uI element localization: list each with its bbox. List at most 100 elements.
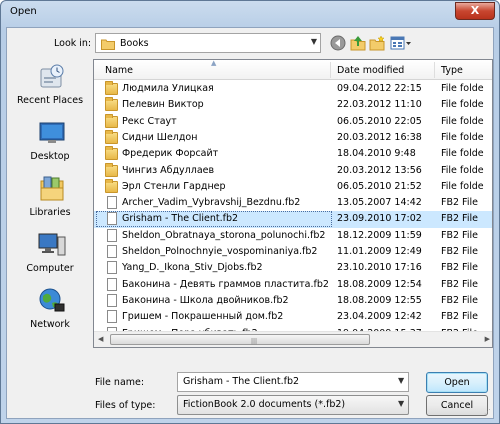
column-separator[interactable] <box>330 62 331 78</box>
libraries-icon <box>40 176 64 201</box>
column-header-date[interactable]: Date modified <box>337 65 404 76</box>
cell-name: Сидни Шелдон <box>122 131 198 143</box>
file-row[interactable]: Баконина - Девять граммов пластита.fb2 18… <box>94 277 492 293</box>
open-button[interactable]: Open <box>426 372 488 393</box>
close-button[interactable]: X <box>455 2 495 20</box>
cell-name: Баконина - Девять граммов пластита.fb2 <box>122 278 329 290</box>
cell-type: FB2 File <box>441 213 478 225</box>
cell-name: Пелевин Виктор <box>122 99 204 111</box>
folder-row[interactable]: Фредерик Форсайт 18.04.2010 9:48 File fold… <box>94 146 492 162</box>
cell-date: 18.04.2010 9:48 <box>337 148 416 160</box>
scrollbar-thumb[interactable]: ||| <box>110 334 370 345</box>
column-header-name[interactable]: Name <box>105 65 133 76</box>
new-folder-icon[interactable] <box>369 35 385 51</box>
dialog-client-area: Look in: Books ▼ Recent Places Desktop L… <box>6 27 494 419</box>
folder-row[interactable]: Людмила Улицкая 09.04.2012 22:15 File fold… <box>94 81 492 97</box>
file-row[interactable]: Sheldon_Obratnaya_storona_polunochi.fb2 1… <box>94 228 492 244</box>
look-in-value: Books <box>120 38 149 49</box>
recent-places-icon <box>40 64 64 88</box>
view-menu-icon[interactable] <box>390 35 412 51</box>
cell-type: File folde <box>441 83 484 94</box>
cell-date: 23.09.2010 17:02 <box>337 213 422 225</box>
window-title: Open <box>10 6 37 17</box>
chevron-down-icon[interactable]: ▼ <box>398 376 404 385</box>
desktop-icon <box>39 122 65 143</box>
cell-type: FB2 File <box>441 197 478 209</box>
chevron-down-icon[interactable]: ▼ <box>398 399 404 408</box>
place-label: Desktop <box>30 151 70 162</box>
places-bar: Recent Places Desktop Libraries Computer… <box>11 61 89 351</box>
document-icon <box>107 228 117 242</box>
file-list[interactable]: ▲ Name Date modified Type Людмила Улицка… <box>93 59 493 348</box>
up-folder-icon[interactable] <box>350 35 366 51</box>
folder-row[interactable]: Пелевин Виктор 22.03.2012 11:10 File folde <box>94 97 492 113</box>
column-separator[interactable] <box>434 62 435 78</box>
place-computer[interactable]: Computer <box>11 229 89 281</box>
cell-name: Archer_Vadim_Vybravshij_Bezdnu.fb2 <box>122 197 301 209</box>
file-row[interactable]: Grisham - The Client.fb2 23.09.2010 17:02… <box>94 211 492 228</box>
horizontal-scrollbar[interactable]: ◀ ||| ▶ <box>94 331 492 347</box>
file-row[interactable]: Archer_Vadim_Vybravshij_Bezdnu.fb2 13.05.… <box>94 195 492 211</box>
cell-date: 20.03.2012 13:56 <box>337 164 422 176</box>
resize-grip-icon[interactable]: ⋰ <box>484 408 491 416</box>
cell-type: FB2 File <box>441 229 478 241</box>
cell-name: Чингиз Абдуллаев <box>122 164 215 176</box>
chevron-down-icon[interactable]: ▼ <box>311 37 317 46</box>
sort-ascending-icon: ▲ <box>211 59 217 67</box>
folder-row[interactable]: Эрл Стенли Гарднер 06.05.2010 21:52 File f… <box>94 178 492 195</box>
folder-row[interactable]: Рекс Стаут 06.05.2010 22:05 File folde <box>94 113 492 130</box>
cell-date: 18.12.2009 11:59 <box>337 229 422 241</box>
cell-name: Гришем - Покрашенный дом.fb2 <box>122 311 284 323</box>
files-of-type-label: Files of type: <box>95 400 156 411</box>
file-row[interactable]: Баконина - Школа двойников.fb2 18.08.2009… <box>94 293 492 309</box>
folder-row[interactable]: Сидни Шелдон 20.03.2012 16:38 File folde <box>94 129 492 146</box>
place-label: Recent Places <box>16 95 84 106</box>
document-icon <box>107 245 117 258</box>
place-label: Network <box>30 319 70 330</box>
cell-type: FB2 File <box>441 246 478 257</box>
cell-type: File folde <box>441 180 484 192</box>
files-of-type-select[interactable]: FictionBook 2.0 documents (*.fb2) <box>177 395 409 415</box>
network-icon <box>39 288 65 312</box>
column-header-type[interactable]: Type <box>441 65 463 76</box>
folder-row[interactable]: Чингиз Абдуллаев 20.03.2012 13:56 File fol… <box>94 162 492 179</box>
cell-date: 11.01.2009 12:49 <box>337 246 422 257</box>
cancel-button[interactable]: Cancel <box>426 395 488 416</box>
grip-icon: ||| <box>251 338 258 345</box>
cell-name: Рекс Стаут <box>122 115 177 127</box>
open-dialog-window: Open X Look in: Books ▼ Recent Places De… <box>0 0 500 424</box>
folder-icon <box>101 39 115 50</box>
place-libraries[interactable]: Libraries <box>11 173 89 225</box>
scroll-left-icon[interactable]: ◀ <box>98 335 103 343</box>
folder-icon <box>105 81 118 95</box>
file-name-input[interactable]: Grisham - The Client.fb2 <box>177 372 409 392</box>
file-row[interactable]: Yang_D._Ikona_Stiv_Djobs.fb2 23.10.2010 1… <box>94 260 492 276</box>
back-icon[interactable] <box>330 35 346 51</box>
cell-type: FB2 File <box>441 278 478 290</box>
file-name-label: File name: <box>95 377 145 388</box>
cell-date: 06.05.2010 21:52 <box>337 180 422 192</box>
document-icon <box>107 196 117 210</box>
file-row[interactable]: Гришем - Покрашенный дом.fb2 23.04.2009 1… <box>94 309 492 325</box>
place-network[interactable]: Network <box>11 285 89 337</box>
place-desktop[interactable]: Desktop <box>11 117 89 169</box>
cell-date: 06.05.2010 22:05 <box>337 115 422 127</box>
cell-name: Эрл Стенли Гарднер <box>122 180 226 192</box>
folder-icon <box>105 162 118 177</box>
cell-date: 18.08.2009 12:55 <box>337 294 422 306</box>
look-in-combo[interactable]: Books ▼ <box>95 33 321 53</box>
document-icon <box>107 212 117 226</box>
cell-date: 22.03.2012 11:10 <box>337 99 422 111</box>
cell-type: File folde <box>441 99 484 111</box>
place-recent-places[interactable]: Recent Places <box>11 61 89 113</box>
cell-date: 13.05.2007 14:42 <box>337 197 422 209</box>
place-label: Libraries <box>29 207 71 218</box>
cell-date: 23.10.2010 17:16 <box>337 262 422 274</box>
folder-icon <box>105 178 118 193</box>
scroll-right-icon[interactable]: ▶ <box>485 335 490 343</box>
title-bar[interactable]: Open X <box>1 1 499 27</box>
place-label: Computer <box>26 263 74 274</box>
cell-date: 23.04.2009 12:42 <box>337 311 422 323</box>
cell-name: Yang_D._Ikona_Stiv_Djobs.fb2 <box>122 262 263 274</box>
file-row[interactable]: Sheldon_Polnochnyie_vospominaniya.fb2 11.… <box>94 244 492 260</box>
